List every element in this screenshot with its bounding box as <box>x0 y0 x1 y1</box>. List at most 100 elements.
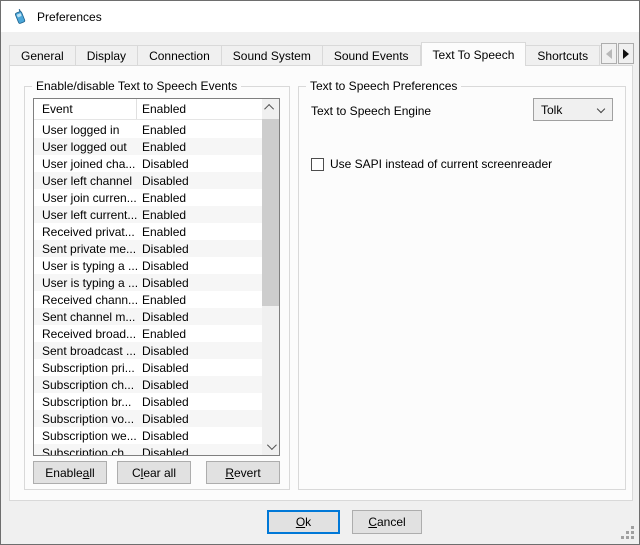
event-table-body: User logged inEnabledUser logged outEnab… <box>34 121 262 455</box>
button-label: R <box>225 466 234 480</box>
table-row[interactable]: Sent broadcast ...Disabled <box>34 342 262 359</box>
status-cell: Disabled <box>137 344 262 358</box>
status-cell: Disabled <box>137 446 262 456</box>
button-label: C <box>368 515 377 529</box>
button-label: evert <box>234 466 261 480</box>
tab-sound-system[interactable]: Sound System <box>222 45 323 66</box>
tab-scrollers <box>601 43 634 64</box>
tab-shortcuts[interactable]: Shortcuts <box>526 45 600 66</box>
column-header-event[interactable]: Event <box>34 99 137 119</box>
resize-grip[interactable] <box>621 526 635 540</box>
ok-button[interactable]: Ok <box>267 510 340 534</box>
table-row[interactable]: Subscription pri...Disabled <box>34 359 262 376</box>
chevron-down-icon <box>597 105 605 113</box>
status-cell: Disabled <box>137 378 262 392</box>
event-cell: Subscription pri... <box>34 361 137 375</box>
button-label: Enable <box>45 466 82 480</box>
status-cell: Enabled <box>137 140 262 154</box>
event-cell: User left channel <box>34 174 137 188</box>
tab-display[interactable]: Display <box>76 45 138 66</box>
column-header-enabled[interactable]: Enabled <box>137 99 262 119</box>
table-row[interactable]: Received chann...Enabled <box>34 291 262 308</box>
tab-general[interactable]: General <box>9 45 76 66</box>
scroll-down-button[interactable] <box>262 438 279 455</box>
title-bar: Preferences <box>1 1 639 32</box>
table-row[interactable]: User is typing a ...Disabled <box>34 274 262 291</box>
table-row[interactable]: User logged inEnabled <box>34 121 262 138</box>
table-row[interactable]: User join curren...Enabled <box>34 189 262 206</box>
clear-all-button[interactable]: Clear all <box>117 461 191 484</box>
event-cell: Received chann... <box>34 293 137 307</box>
tab-bar: GeneralDisplayConnectionSound SystemSoun… <box>9 42 602 66</box>
cancel-button[interactable]: Cancel <box>352 510 422 534</box>
event-cell: User joined cha... <box>34 157 137 171</box>
event-cell: Subscription ch... <box>34 446 137 456</box>
tts-preferences-group-title: Text to Speech Preferences <box>306 79 461 93</box>
table-row[interactable]: User joined cha...Disabled <box>34 155 262 172</box>
table-row[interactable]: Subscription we...Disabled <box>34 427 262 444</box>
status-cell: Disabled <box>137 174 262 188</box>
scrollbar-thumb[interactable] <box>262 119 279 306</box>
tab-scroll-left-button[interactable] <box>601 43 617 64</box>
status-cell: Disabled <box>137 157 262 171</box>
tab-connection[interactable]: Connection <box>138 45 222 66</box>
event-cell: Sent broadcast ... <box>34 344 137 358</box>
vertical-scrollbar[interactable] <box>262 99 279 455</box>
sapi-checkbox-label: Use SAPI instead of current screenreader <box>330 157 552 171</box>
sapi-checkbox-row[interactable]: Use SAPI instead of current screenreader <box>311 157 552 171</box>
table-row[interactable]: Received privat...Enabled <box>34 223 262 240</box>
status-cell: Disabled <box>137 361 262 375</box>
preferences-dialog: Preferences GeneralDisplayConnectionSoun… <box>0 0 640 545</box>
table-row[interactable]: Sent private me...Disabled <box>34 240 262 257</box>
table-row[interactable]: User left current...Enabled <box>34 206 262 223</box>
table-row[interactable]: Subscription ch...Disabled <box>34 376 262 393</box>
table-row[interactable]: Sent channel m...Disabled <box>34 308 262 325</box>
tab-scroll-right-button[interactable] <box>618 43 634 64</box>
tab-sound-events[interactable]: Sound Events <box>323 45 421 66</box>
button-label: ll <box>89 466 94 480</box>
status-cell: Disabled <box>137 310 262 324</box>
window-title: Preferences <box>37 10 102 24</box>
tts-engine-dropdown[interactable]: Tolk <box>533 98 613 121</box>
event-cell: Sent private me... <box>34 242 137 256</box>
app-icon <box>12 9 28 25</box>
table-row[interactable]: Received broad...Enabled <box>34 325 262 342</box>
tts-engine-label: Text to Speech Engine <box>311 104 431 118</box>
revert-button[interactable]: Revert <box>206 461 280 484</box>
event-list-header[interactable]: Event Enabled <box>34 99 262 120</box>
event-list[interactable]: Event Enabled User logged inEnabledUser … <box>33 98 280 456</box>
event-cell: User logged in <box>34 123 137 137</box>
arrow-left-icon <box>606 49 612 59</box>
table-row[interactable]: Subscription ch...Disabled <box>34 444 262 455</box>
status-cell: Disabled <box>137 395 262 409</box>
tts-engine-value: Tolk <box>541 103 562 117</box>
table-row[interactable]: User left channelDisabled <box>34 172 262 189</box>
table-row[interactable]: Subscription br...Disabled <box>34 393 262 410</box>
event-cell: User is typing a ... <box>34 276 137 290</box>
arrow-right-icon <box>623 49 629 59</box>
tts-events-groupbox: Enable/disable Text to Speech Events Eve… <box>24 86 290 490</box>
button-label: C <box>132 466 141 480</box>
event-cell: Subscription ch... <box>34 378 137 392</box>
sapi-checkbox[interactable] <box>311 158 324 171</box>
button-label: k <box>305 515 311 529</box>
tts-preferences-groupbox: Text to Speech Preferences Text to Speec… <box>298 86 626 490</box>
chevron-up-icon <box>264 104 274 114</box>
status-cell: Disabled <box>137 429 262 443</box>
button-label: ancel <box>377 515 406 529</box>
status-cell: Enabled <box>137 191 262 205</box>
tab-text-to-speech[interactable]: Text To Speech <box>421 42 527 66</box>
event-cell: Received broad... <box>34 327 137 341</box>
status-cell: Disabled <box>137 259 262 273</box>
status-cell: Disabled <box>137 412 262 426</box>
status-cell: Enabled <box>137 225 262 239</box>
table-row[interactable]: User is typing a ...Disabled <box>34 257 262 274</box>
status-cell: Enabled <box>137 123 262 137</box>
status-cell: Disabled <box>137 276 262 290</box>
scroll-up-button[interactable] <box>262 99 279 116</box>
table-row[interactable]: Subscription vo...Disabled <box>34 410 262 427</box>
table-row[interactable]: User logged outEnabled <box>34 138 262 155</box>
button-label: a <box>83 466 90 480</box>
event-cell: Subscription we... <box>34 429 137 443</box>
enable-all-button[interactable]: Enable all <box>33 461 107 484</box>
